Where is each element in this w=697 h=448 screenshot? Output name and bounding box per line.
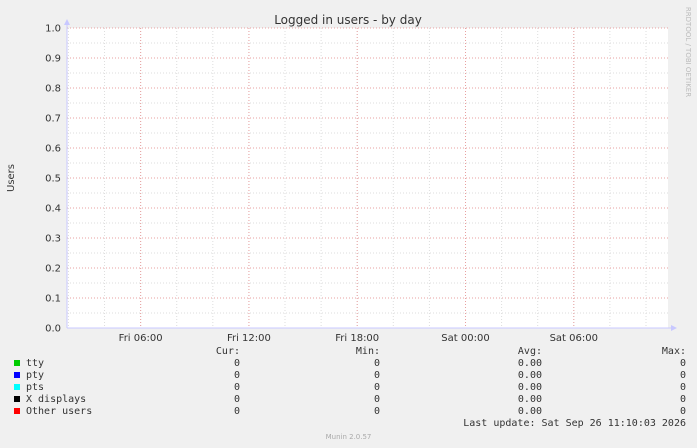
y-tick-label: 0.1 (45, 294, 61, 305)
last-update: Last update: Sat Sep 26 11:10:03 2026 (463, 418, 686, 429)
legend-avg: 0.00 (517, 394, 542, 405)
legend-min: 0 (373, 382, 380, 393)
legend-header: Cur: Min: Avg: Max: (0, 346, 697, 358)
legend-header-max: Max: (661, 346, 686, 357)
y-tick-label: 0.6 (45, 144, 61, 155)
legend-max: 0 (679, 406, 686, 417)
x-axis-arrow (671, 325, 677, 331)
legend-name: pts (26, 382, 45, 393)
legend-min: 0 (373, 370, 380, 381)
x-tick-label: Fri 12:00 (227, 333, 271, 344)
chart: 0.0 0.1 0.2 0.3 0.4 0.5 0.6 0.7 0.8 0.9 1.0 Fri 06… (6, 7, 692, 344)
y-axis-arrow (64, 19, 70, 25)
y-tick-label: 0.9 (45, 54, 61, 65)
legend-swatch (14, 396, 20, 402)
legend-swatch (14, 360, 20, 366)
y-tick-label: 0.7 (45, 114, 61, 125)
legend-header-min: Min: (355, 346, 380, 357)
legend-cur: 0 (233, 382, 240, 393)
x-tick-label: Fri 18:00 (335, 333, 379, 344)
legend-row: tty 0 0 0.00 0 (0, 358, 697, 370)
legend-max: 0 (679, 382, 686, 393)
legend-row: Other users 0 0 0.00 0 (0, 406, 697, 418)
chart-title: Logged in users - by day (274, 13, 422, 27)
legend-min: 0 (373, 358, 380, 369)
legend-header-cur: Cur: (215, 346, 240, 357)
legend-min: 0 (373, 394, 380, 405)
legend-cur: 0 (233, 358, 240, 369)
legend-min: 0 (373, 406, 380, 417)
legend-swatch (14, 372, 20, 378)
legend-cur: 0 (233, 394, 240, 405)
legend-max: 0 (679, 370, 686, 381)
y-tick-labels: 0.0 0.1 0.2 0.3 0.4 0.5 0.6 0.7 0.8 0.9 1.0 (45, 24, 61, 335)
x-tick-labels: Fri 06:00 Fri 12:00 Fri 18:00 Sat 00:00 Sat … (119, 333, 598, 344)
legend-max: 0 (679, 394, 686, 405)
legend-swatch (14, 408, 20, 414)
legend: Cur: Min: Avg: Max: tty 0 0 0.00 0 pty 0 0 0.00 0… (0, 346, 697, 418)
legend-name: X displays (26, 394, 87, 405)
x-tick-label: Sat 06:00 (550, 333, 598, 344)
x-tick-label: Fri 06:00 (119, 333, 163, 344)
legend-cur: 0 (233, 406, 240, 417)
y-tick-label: 0.5 (45, 174, 61, 185)
legend-cur: 0 (233, 370, 240, 381)
x-tick-label: Sat 00:00 (441, 333, 489, 344)
legend-rows: tty 0 0 0.00 0 pty 0 0 0.00 0 pts 0 0 0.00 0 X displays… (0, 358, 697, 418)
legend-max: 0 (679, 358, 686, 369)
legend-avg: 0.00 (517, 406, 542, 417)
legend-name: Other users (26, 406, 93, 417)
y-tick-label: 0.0 (45, 324, 61, 335)
legend-row: pts 0 0 0.00 0 (0, 382, 697, 394)
legend-avg: 0.00 (517, 382, 542, 393)
y-tick-label: 0.3 (45, 234, 61, 245)
y-tick-label: 0.4 (45, 204, 61, 215)
legend-avg: 0.00 (517, 370, 542, 381)
rrdtool-watermark: RRDTOOL / TOBI OETIKER (684, 7, 692, 97)
y-tick-label: 0.8 (45, 84, 61, 95)
legend-row: pty 0 0 0.00 0 (0, 370, 697, 382)
legend-avg: 0.00 (517, 358, 542, 369)
y-axis-label: Users (6, 164, 17, 192)
y-tick-label: 1.0 (45, 24, 61, 35)
legend-name: tty (26, 358, 45, 369)
legend-row: X displays 0 0 0.00 0 (0, 394, 697, 406)
y-tick-label: 0.2 (45, 264, 61, 275)
munin-version: Munin 2.0.57 (325, 433, 372, 441)
legend-header-avg: Avg: (517, 346, 542, 357)
legend-name: pty (26, 370, 45, 381)
legend-swatch (14, 384, 20, 390)
